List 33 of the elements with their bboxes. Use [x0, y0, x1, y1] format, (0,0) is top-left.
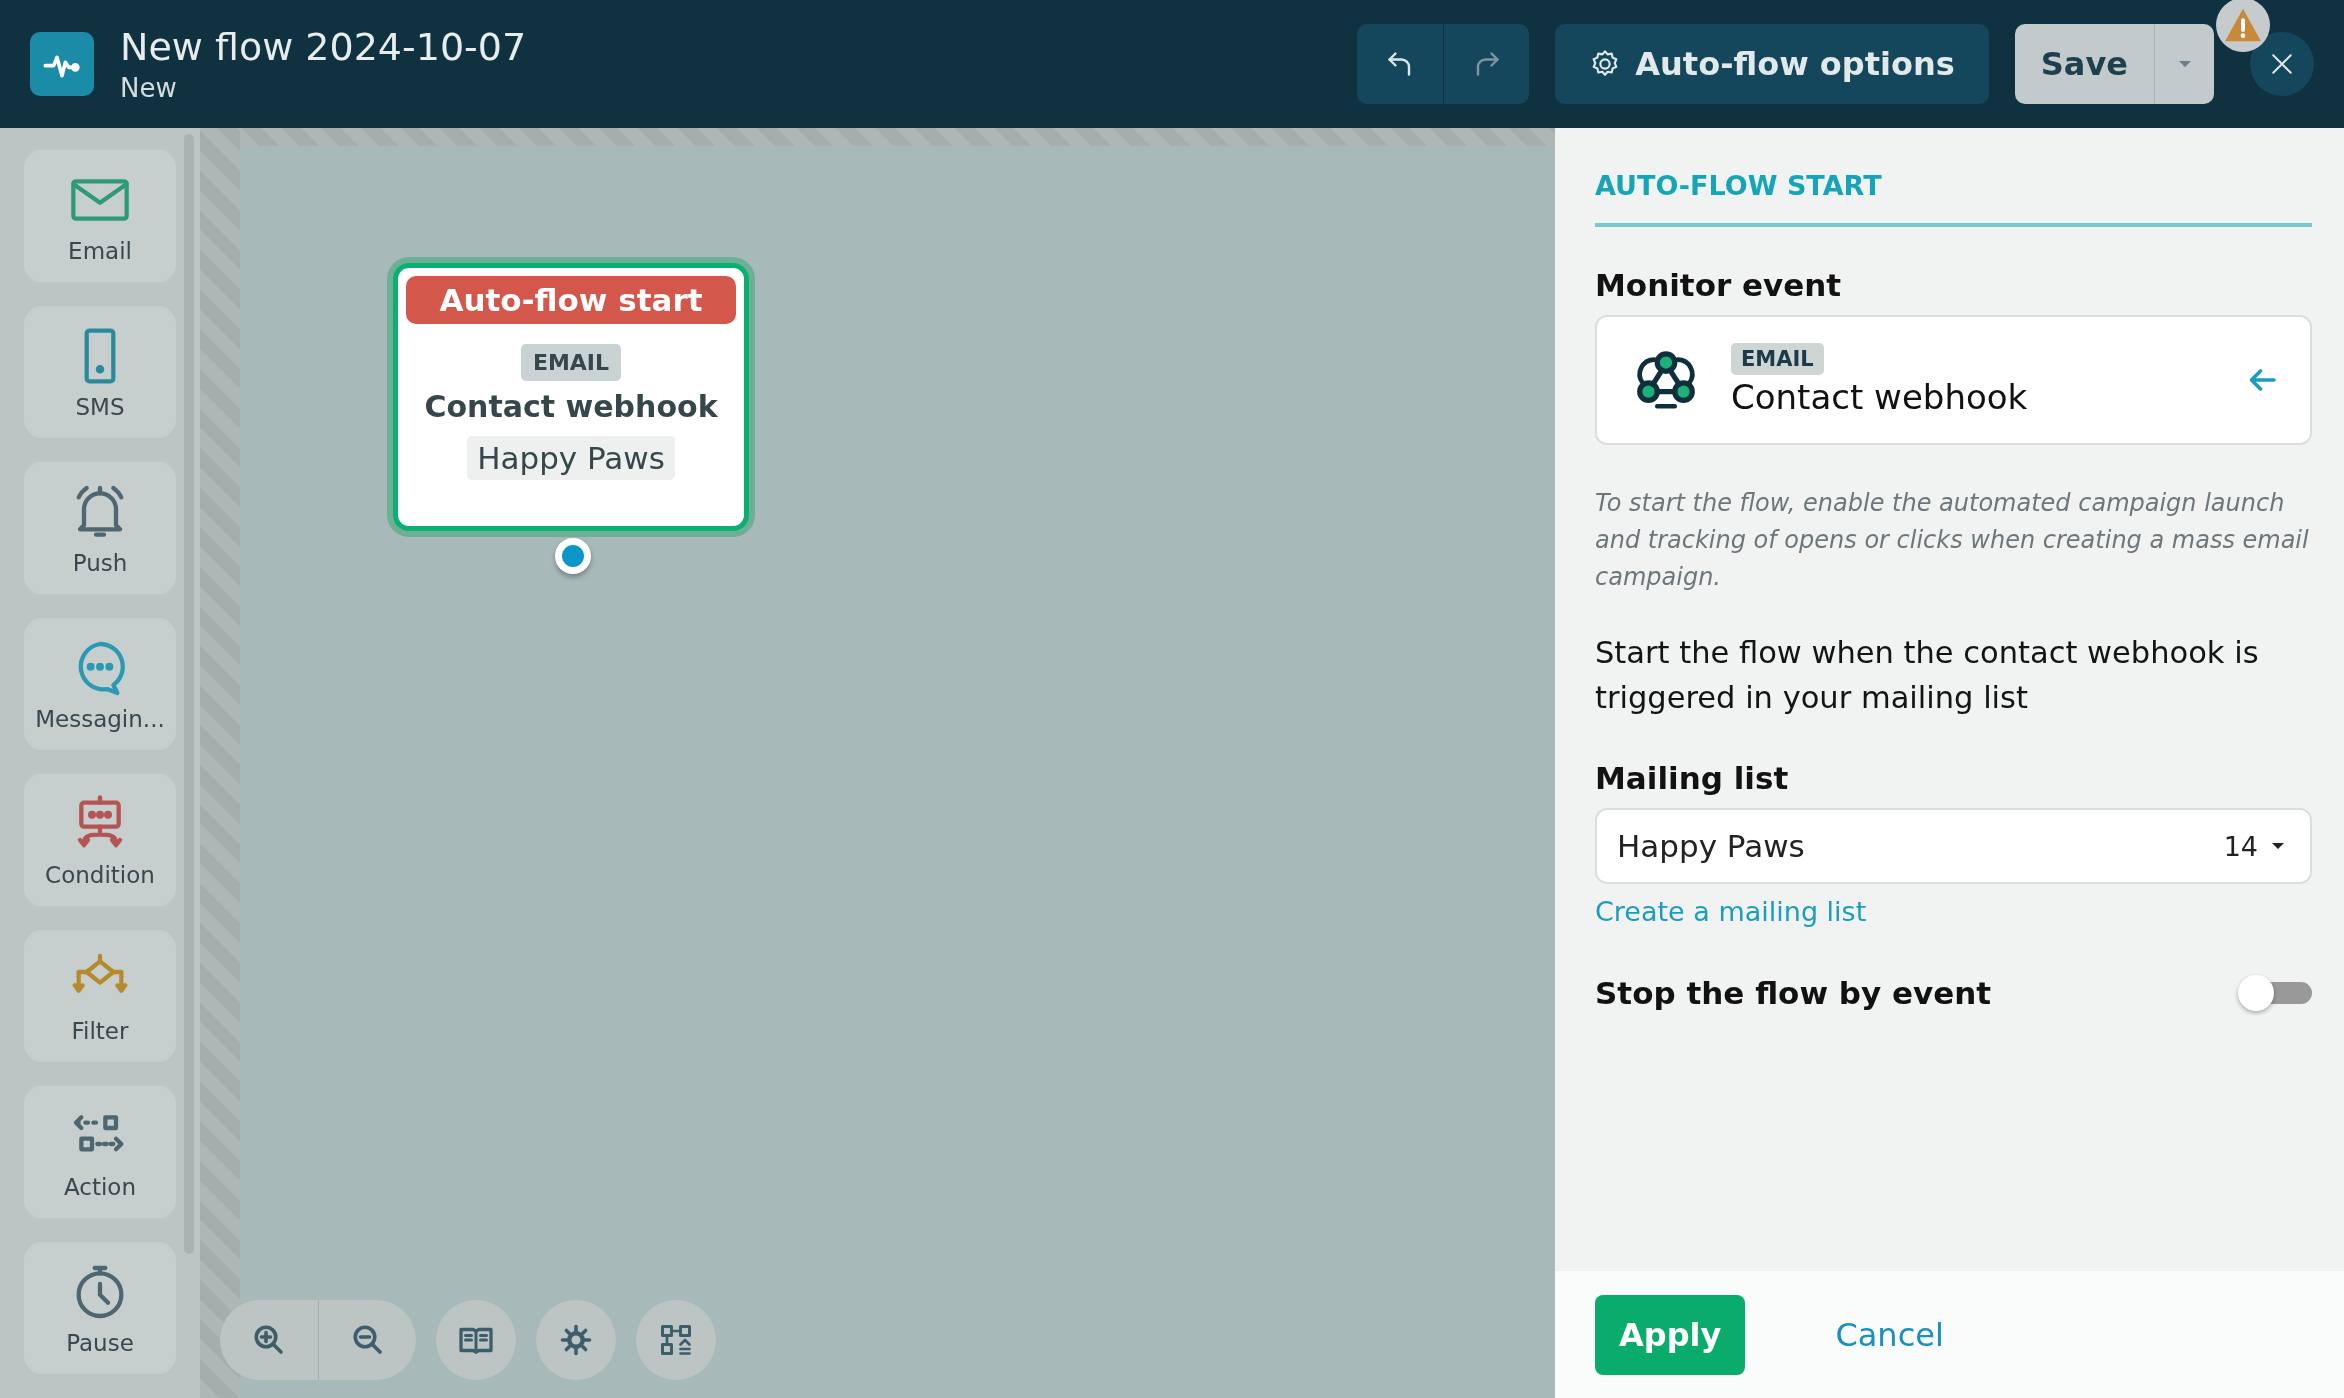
save-button[interactable]: Save: [2014, 24, 2154, 104]
mailing-list-dropdown[interactable]: Happy Paws 14: [1595, 808, 2312, 884]
app-logo-icon[interactable]: [30, 32, 94, 96]
settings-icon: [558, 1322, 594, 1358]
field-label: Mailing list: [1595, 760, 1790, 796]
connection-port[interactable]: [555, 538, 591, 574]
layout-blocks-icon: [658, 1322, 694, 1358]
node-header: Auto-flow start: [406, 276, 736, 324]
palette-item[interactable]: SMS: [24, 306, 176, 438]
description-text: Start the flow when the contact webhook is triggered in your mailing list: [1595, 634, 2260, 717]
flow-status: New: [120, 73, 178, 103]
monitor-event-card[interactable]: EMAIL Contact webhook: [1595, 315, 2312, 445]
flow-title: New flow 2024-10-07: [120, 25, 528, 69]
panel-heading: AUTO-FLOW START: [1595, 160, 2312, 227]
hint-text: To start the flow, enable the automated campaign launch and tracking of opens or clicks when creating a mass email campaign.: [1595, 488, 2310, 593]
cancel-button[interactable]: Cancel: [1829, 1314, 1950, 1355]
caret-down-icon: [2270, 841, 2286, 851]
palette-item[interactable]: Condition: [24, 774, 176, 906]
node-mailing-list: Happy Paws: [467, 436, 675, 480]
node-tag: EMAIL: [520, 344, 622, 381]
toggle-label: Stop the flow by event: [1595, 975, 1993, 1011]
auto-flow-options-button[interactable]: Auto-flow options: [1555, 24, 1989, 104]
stop-flow-toggle[interactable]: [2238, 973, 2312, 1013]
palette-item[interactable]: Email: [24, 150, 176, 282]
event-tag: EMAIL: [1731, 343, 1824, 375]
palette-item[interactable]: Messagin...: [24, 618, 176, 750]
palette-item[interactable]: Pause: [24, 1242, 176, 1374]
field-label: Monitor event: [1595, 267, 1843, 303]
event-name: Contact webhook: [1731, 377, 2028, 417]
palette-item[interactable]: Action: [24, 1086, 176, 1218]
node-title: Contact webhook: [424, 389, 718, 424]
palette-item[interactable]: Push: [24, 462, 176, 594]
palette-item[interactable]: Filter: [24, 930, 176, 1062]
